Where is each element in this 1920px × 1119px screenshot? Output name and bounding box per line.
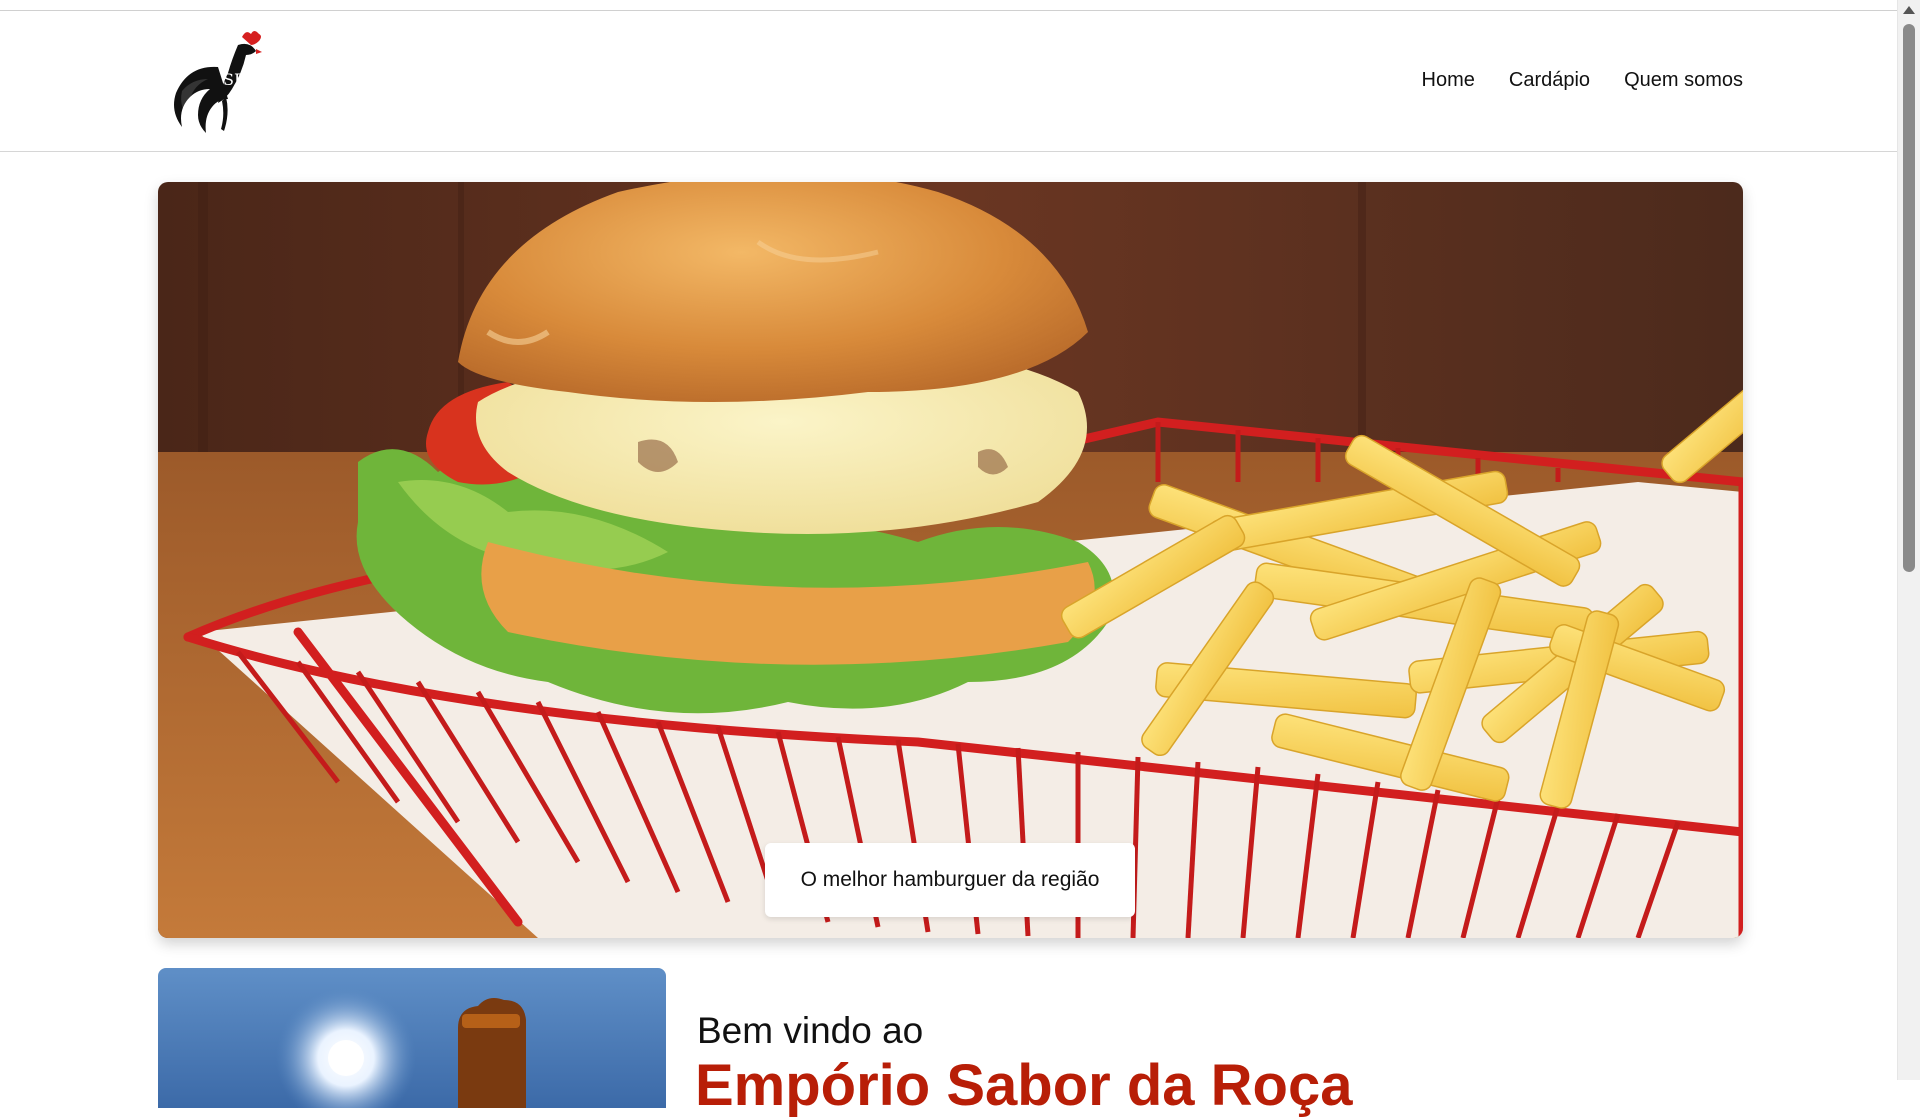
main-nav: Home Cardápio Quem somos [1422,69,1743,92]
nav-cardapio-link[interactable]: Cardápio [1509,69,1590,92]
hero-caption: O melhor hamburguer da região [765,843,1135,917]
brand-title: Empório Sabor da Roça [695,1053,1353,1118]
nav-home-link[interactable]: Home [1422,69,1475,92]
scrollbar-thumb[interactable] [1903,24,1915,572]
welcome-heading: Bem vindo ao [697,1010,924,1051]
hero-banner-image [158,182,1743,938]
nav-quem-somos-link[interactable]: Quem somos [1624,69,1743,92]
browser-top-edge [0,0,1898,11]
svg-text:SR: SR [223,70,247,89]
scroll-up-arrow-icon[interactable] [1903,6,1915,14]
page-scrollbar[interactable] [1897,0,1920,1080]
beer-photo-image [158,968,666,1108]
site-header: SR Home Cardápio Quem somos [0,11,1898,152]
rooster-logo-icon[interactable]: SR [168,27,264,139]
